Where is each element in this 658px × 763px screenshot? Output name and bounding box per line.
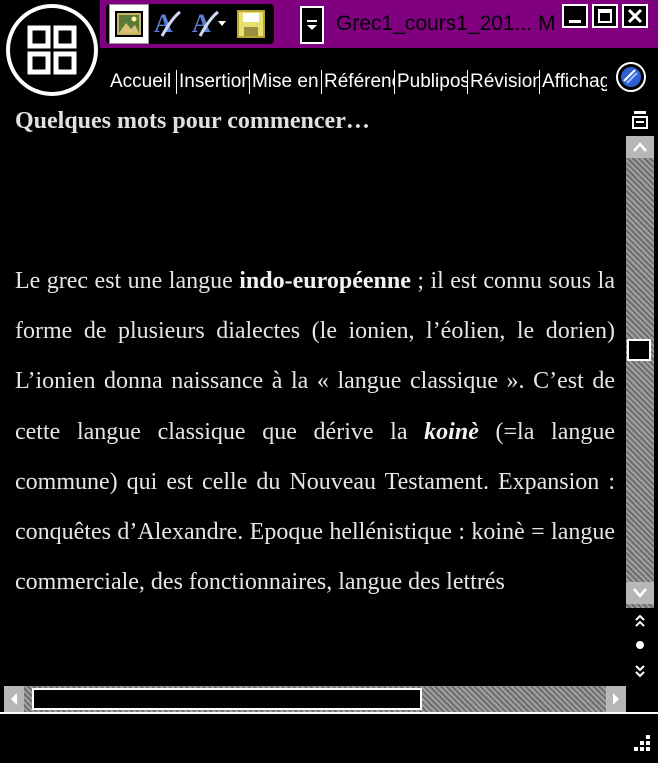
resize-grip-icon: [634, 735, 650, 751]
tab-affichage[interactable]: Affichage: [539, 70, 607, 94]
double-up-icon: [635, 614, 645, 627]
save-icon: [237, 10, 265, 38]
browse-object-icon: [636, 641, 644, 649]
ribbon-tabs: Accueil Insertion Mise en page Référence…: [108, 70, 607, 98]
paragraph-bold-indo-europeenne: indo-européenne: [239, 268, 411, 294]
tab-revision[interactable]: Révision: [467, 70, 539, 94]
scroll-down-button[interactable]: [626, 582, 654, 604]
minimize-icon: [569, 20, 581, 23]
horizontal-scrollbar[interactable]: [4, 686, 626, 712]
arrow-left-icon: [11, 693, 17, 705]
vertical-scroll-track[interactable]: [626, 136, 654, 608]
window-title: Grec1_cours1_201... M: [336, 12, 556, 35]
tab-accueil[interactable]: Accueil: [108, 70, 176, 94]
help-icon: [621, 67, 641, 87]
chevron-down-icon: [218, 21, 226, 26]
save-button[interactable]: [232, 5, 270, 43]
paragraph-text-1: Le grec est une langue: [15, 268, 240, 294]
office-button[interactable]: [6, 4, 98, 96]
double-down-icon: [635, 665, 645, 678]
document-paragraph: Le grec est une langue indo-européenne ;…: [15, 256, 615, 607]
spelling-dropdown-icon: A: [192, 9, 219, 38]
title-bar: A A Grec1_cours1_201... M: [0, 0, 658, 50]
select-browse-object-button[interactable]: [626, 634, 654, 656]
arrow-up-icon: [633, 142, 647, 152]
ruler-toggle-button[interactable]: [626, 108, 654, 132]
document-area[interactable]: Quelques mots pour commencer… Le grec es…: [0, 100, 626, 686]
paragraph-text-3: (=la langue commune) qui est celle du No…: [15, 418, 615, 596]
arrow-right-icon: [613, 693, 619, 705]
resize-grip[interactable]: [630, 733, 652, 755]
status-bar: [0, 712, 658, 763]
scroll-left-button[interactable]: [4, 686, 24, 712]
spelling-button[interactable]: A: [148, 5, 186, 43]
document-heading: Quelques mots pour commencer…: [15, 108, 370, 134]
tab-references[interactable]: Références: [321, 70, 394, 94]
quick-access-toolbar: A A: [104, 2, 276, 46]
close-button[interactable]: [622, 4, 648, 28]
previous-page-button[interactable]: [626, 610, 654, 632]
customize-toolbar-button[interactable]: [300, 6, 324, 44]
office-logo-icon: [27, 25, 77, 75]
scroll-right-button[interactable]: [606, 686, 626, 712]
picture-icon: [115, 11, 143, 37]
minimize-button[interactable]: [562, 4, 588, 28]
tab-mise-en-page[interactable]: Mise en page: [249, 70, 321, 94]
next-page-button[interactable]: [626, 660, 654, 682]
vertical-scroll-thumb[interactable]: [627, 339, 651, 361]
maximize-icon: [598, 9, 612, 23]
spelling-icon: A: [154, 9, 181, 38]
maximize-button[interactable]: [592, 4, 618, 28]
tab-publipostage[interactable]: Publipostage: [394, 70, 467, 94]
paragraph-bold-koine: koinè: [424, 418, 479, 445]
insert-picture-button[interactable]: [109, 4, 149, 44]
vertical-scrollbar[interactable]: [626, 100, 654, 686]
customize-toolbar-icon: [307, 20, 317, 30]
tab-insertion[interactable]: Insertion: [176, 70, 249, 94]
scroll-up-button[interactable]: [626, 136, 654, 158]
horizontal-scroll-thumb[interactable]: [32, 688, 422, 710]
help-button[interactable]: [616, 62, 646, 92]
arrow-down-icon: [633, 588, 647, 598]
ruler-icon: [632, 111, 648, 129]
close-icon: [627, 8, 643, 24]
spelling-dropdown-button[interactable]: A: [186, 5, 226, 43]
